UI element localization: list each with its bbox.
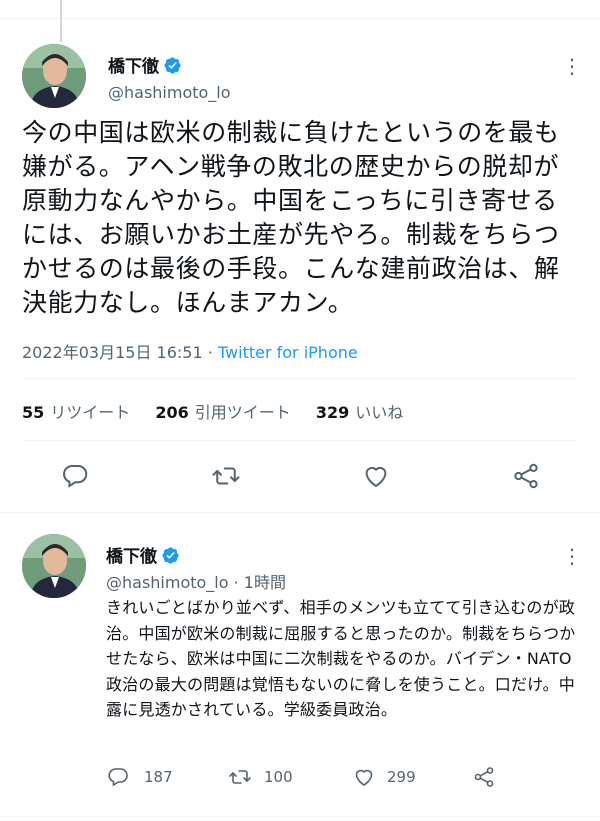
main-author-line: 橋下徹 [108, 52, 182, 77]
tweet-meta: 2022年03月15日 16:51 · Twitter for iPhone [22, 339, 358, 363]
tweet-stats: 55 リツイート 206 引用ツイート 329 いいね [22, 399, 423, 423]
top-divider [0, 18, 600, 19]
tweet-datetime[interactable]: 2022年03月15日 16:51 [22, 343, 203, 362]
verified-badge-icon [161, 546, 180, 565]
likes-count: 329 [315, 403, 350, 422]
reply-icon[interactable] [106, 765, 130, 789]
reply-icon[interactable] [60, 461, 90, 491]
retweets-stat[interactable]: 55 リツイート [22, 403, 130, 422]
divider [22, 440, 578, 441]
tweet-text: 今の中国は欧米の制裁に負けたというのを最も嫌がる。アヘン戦争の敗北の歴史からの脱… [22, 118, 560, 317]
reply-author-line: 橋下徹 [106, 542, 180, 567]
avatar[interactable] [22, 534, 86, 598]
avatar[interactable] [22, 44, 86, 108]
display-name[interactable]: 橋下徹 [108, 57, 159, 77]
handle[interactable]: @hashimoto_lo [108, 83, 231, 102]
divider [0, 816, 600, 817]
share-icon[interactable] [511, 461, 541, 491]
reply-count: 187 [144, 768, 173, 786]
reply-text: きれいごとばかり並べず、相手のメンツも立てて引き込むのが政治。中国が欧米の制裁に… [106, 598, 576, 719]
like-icon[interactable] [352, 765, 376, 789]
likes-stat[interactable]: 329 いいね [316, 403, 403, 422]
quotes-stat[interactable]: 206 引用ツイート [155, 403, 290, 422]
meta-separator: · [202, 343, 218, 362]
tweet-time[interactable]: · 1時間 [229, 573, 286, 592]
retweet-icon[interactable] [228, 765, 252, 789]
thread-connector-line [60, 0, 62, 42]
retweet-icon[interactable] [211, 461, 241, 491]
display-name[interactable]: 橋下徹 [106, 547, 157, 567]
divider [22, 378, 578, 379]
more-icon[interactable]: ⋮ [556, 56, 586, 76]
like-count: 299 [387, 768, 416, 786]
retweets-count: 55 [22, 403, 45, 422]
tweet-source-link[interactable]: Twitter for iPhone [218, 343, 358, 362]
retweets-label: リツイート [50, 403, 131, 422]
more-icon[interactable]: ⋮ [556, 546, 586, 566]
verified-badge-icon [163, 56, 182, 75]
divider [0, 512, 600, 513]
quotes-label: 引用ツイート [194, 403, 291, 422]
share-icon[interactable] [472, 765, 496, 789]
likes-label: いいね [355, 403, 404, 422]
retweet-count: 100 [264, 768, 293, 786]
reply-handle-line: @hashimoto_lo · 1時間 [106, 569, 286, 593]
like-icon[interactable] [361, 461, 391, 491]
quotes-count: 206 [155, 403, 189, 422]
handle[interactable]: @hashimoto_lo [106, 573, 229, 592]
